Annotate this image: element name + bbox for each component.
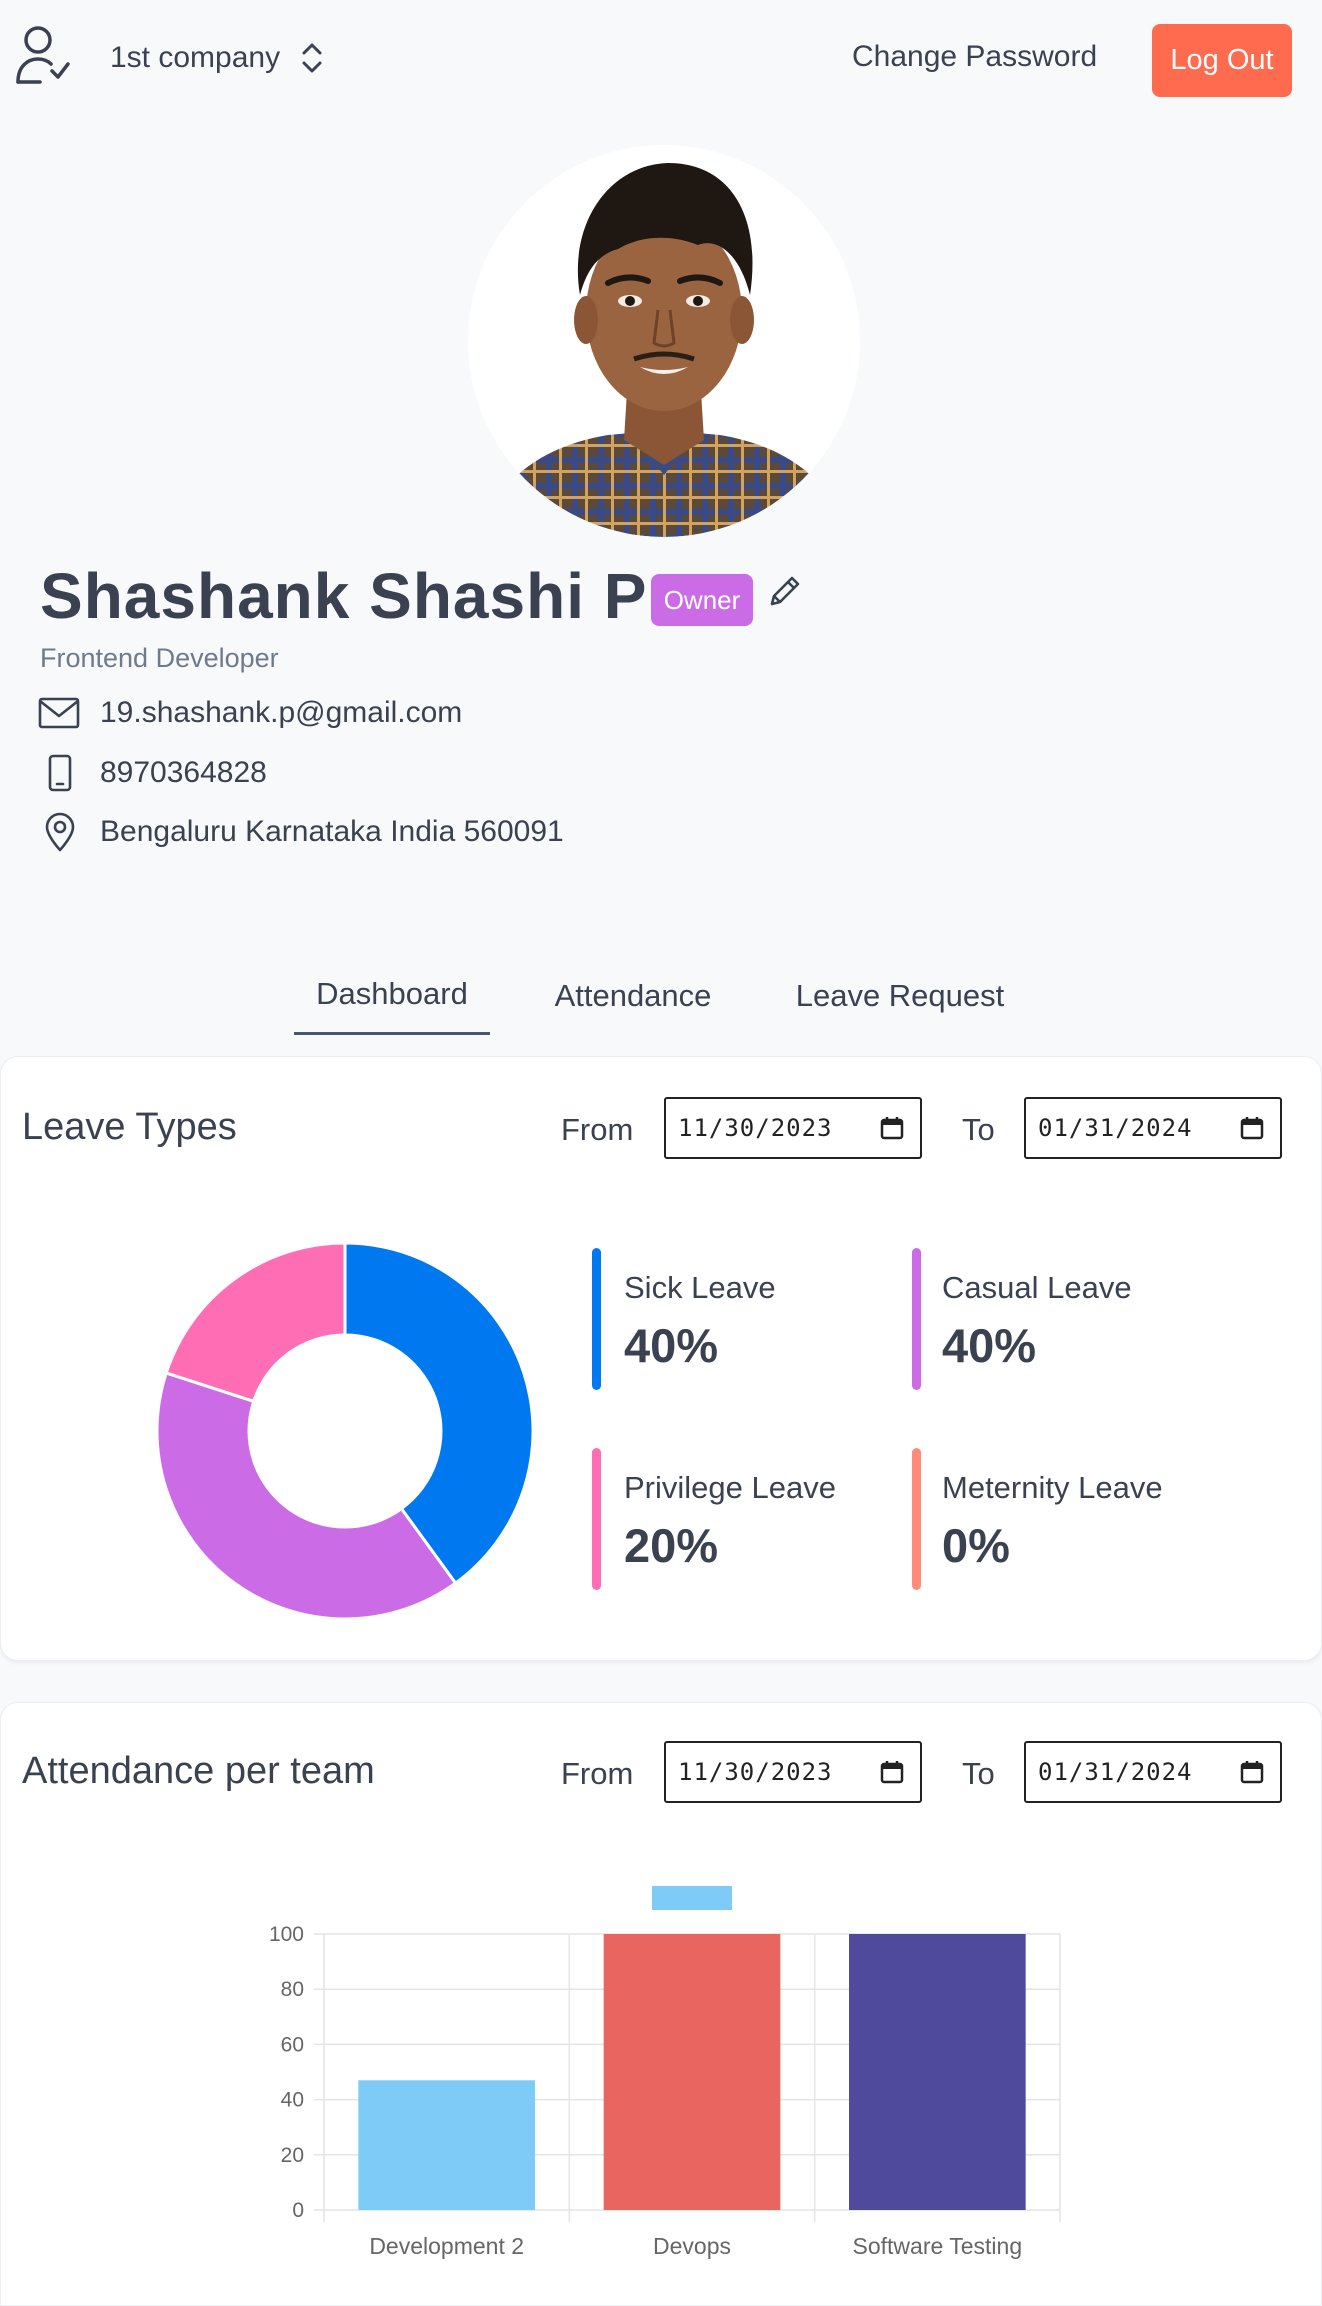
attendance-to-date-value: 01/31/2024 [1038, 1758, 1193, 1786]
chevron-up-down-icon [300, 40, 324, 76]
legend-label: Meternity Leave [942, 1470, 1163, 1505]
phone-row: 8970364828 [38, 754, 267, 792]
x-tick-label: Development 2 [369, 2233, 524, 2259]
attendance-title: Attendance per team [22, 1750, 375, 1792]
legend-color-bar [912, 1448, 921, 1590]
legend-color-bar [592, 1248, 601, 1390]
company-name: 1st company [110, 41, 281, 74]
logout-button[interactable]: Log Out [1152, 24, 1292, 97]
avatar [468, 145, 860, 537]
company-selector[interactable]: 1st company [110, 40, 324, 76]
leave-from-date-input[interactable]: 11/30/2023 [664, 1097, 922, 1159]
legend-value: 20% [624, 1519, 719, 1572]
tab-active-underline [294, 1032, 490, 1035]
calendar-icon [1240, 1760, 1264, 1784]
leave-from-date-value: 11/30/2023 [678, 1114, 833, 1142]
leave-to-label: To [962, 1112, 995, 1147]
leave-to-date-value: 01/31/2024 [1038, 1114, 1193, 1142]
address-text: Bengaluru Karnataka India 560091 [100, 815, 564, 848]
y-tick-label: 40 [281, 2089, 304, 2112]
donut-slice-privilege-leave [164, 1241, 347, 1404]
y-tick-label: 20 [281, 2144, 304, 2167]
y-tick-label: 100 [269, 1923, 304, 1946]
legend-label: Privilege Leave [624, 1470, 836, 1505]
user-switch-icon[interactable] [14, 24, 70, 86]
leave-donut-chart [150, 1236, 540, 1626]
leave-from-label: From [561, 1112, 634, 1147]
pencil-icon[interactable] [766, 574, 802, 610]
calendar-icon [880, 1760, 904, 1784]
attendance-from-label: From [561, 1756, 634, 1791]
calendar-icon [880, 1116, 904, 1140]
profile-name: Shashank Shashi P [40, 560, 648, 632]
leave-to-date-input[interactable]: 01/31/2024 [1024, 1097, 1282, 1159]
tab-attendance[interactable]: Attendance [530, 978, 736, 1014]
mail-icon [38, 697, 84, 729]
legend-label: Sick Leave [624, 1270, 776, 1305]
bar-devops [603, 1934, 781, 2210]
bar-software-testing [849, 1934, 1026, 2210]
donut-slice-casual-leave [155, 1371, 458, 1621]
role-badge: Owner [651, 574, 753, 626]
legend-value: 0% [942, 1519, 1010, 1572]
address-row: Bengaluru Karnataka India 560091 [38, 812, 564, 852]
tab-leave-request[interactable]: Leave Request [780, 978, 1020, 1014]
y-tick-label: 60 [281, 2033, 304, 2056]
tab-dashboard[interactable]: Dashboard [294, 976, 490, 1012]
attendance-to-label: To [962, 1756, 995, 1791]
email-row: 19.shashank.p@gmail.com [38, 696, 462, 730]
y-tick-label: 0 [292, 2199, 304, 2222]
x-tick-label: Software Testing [853, 2233, 1023, 2259]
legend-color-bar [912, 1248, 921, 1390]
attendance-bar-chart: 0 20 40 60 80 100 Development 2 Devops Software … [240, 1870, 1080, 2270]
phone-text: 8970364828 [100, 756, 267, 789]
attendance-to-date-input[interactable]: 01/31/2024 [1024, 1741, 1282, 1803]
attendance-from-date-value: 11/30/2023 [678, 1758, 833, 1786]
y-tick-label: 80 [281, 1978, 304, 2001]
profile-role: Frontend Developer [40, 643, 279, 673]
email-text: 19.shashank.p@gmail.com [100, 696, 463, 729]
bar-development-2 [358, 2080, 535, 2210]
legend-value: 40% [624, 1319, 719, 1372]
location-pin-icon [38, 812, 84, 852]
x-tick-label: Devops [653, 2233, 731, 2259]
legend-color-bar [592, 1448, 601, 1590]
phone-icon [38, 754, 84, 792]
change-password-link[interactable]: Change Password [852, 40, 1097, 74]
calendar-icon [1240, 1116, 1264, 1140]
attendance-from-date-input[interactable]: 11/30/2023 [664, 1741, 922, 1803]
legend-swatch[interactable] [652, 1886, 732, 1910]
legend-label: Casual Leave [942, 1270, 1132, 1305]
legend-value: 40% [942, 1319, 1037, 1372]
leave-types-title: Leave Types [22, 1106, 237, 1148]
